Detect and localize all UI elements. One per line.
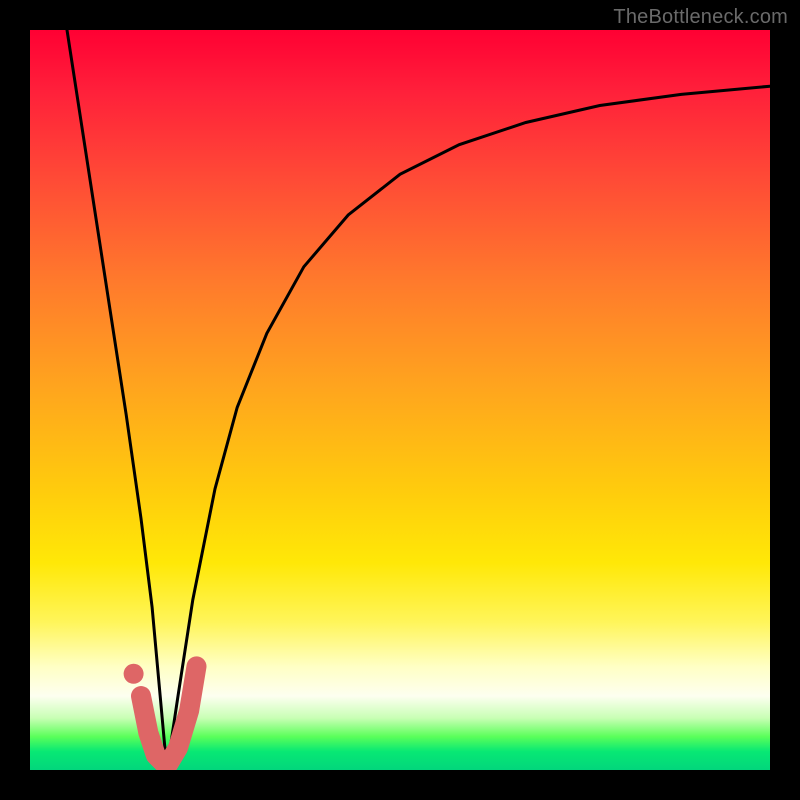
- plot-area: [30, 30, 770, 770]
- curve-right-branch: [167, 86, 770, 770]
- marker-j-stroke: [141, 666, 197, 766]
- bottleneck-curve: [67, 30, 770, 770]
- curve-left-branch: [67, 30, 167, 770]
- attribution-text: TheBottleneck.com: [613, 6, 788, 29]
- curve-layer: [30, 30, 770, 770]
- marker-dot: [124, 664, 144, 684]
- chart-frame: TheBottleneck.com: [0, 0, 800, 800]
